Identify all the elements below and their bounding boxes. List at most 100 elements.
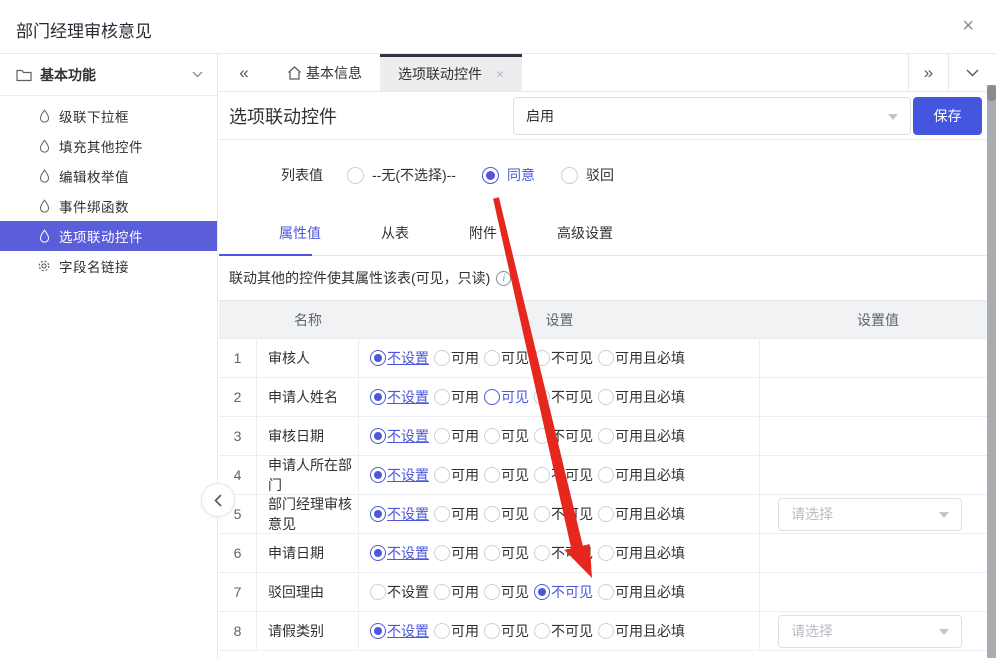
radio-icon[interactable] <box>370 350 386 366</box>
tab-close-icon[interactable]: × <box>496 66 504 82</box>
radio-icon[interactable] <box>434 428 450 444</box>
panel-collapse-button[interactable] <box>201 483 235 517</box>
radio-icon[interactable] <box>370 623 386 639</box>
setting-value-select[interactable]: 请选择 <box>778 497 962 531</box>
setting-option[interactable]: 不可见 <box>534 465 593 485</box>
setting-option[interactable]: 可用且必填 <box>598 582 685 602</box>
setting-option[interactable]: 可用 <box>434 387 479 407</box>
subtab-4[interactable]: 高级设置 <box>557 223 613 243</box>
setting-option[interactable]: 可用 <box>434 426 479 446</box>
setting-option[interactable]: 可见 <box>484 504 529 524</box>
radio-icon[interactable] <box>434 389 450 405</box>
radio-icon[interactable] <box>484 389 500 405</box>
radio-icon[interactable] <box>534 350 550 366</box>
setting-option[interactable]: 可用且必填 <box>598 621 685 641</box>
radio-icon[interactable] <box>534 428 550 444</box>
setting-value-select[interactable]: 请选择 <box>778 614 962 648</box>
setting-option[interactable]: 可见 <box>484 387 529 407</box>
save-button[interactable]: 保存 <box>913 97 982 135</box>
setting-option[interactable]: 可用且必填 <box>598 504 685 524</box>
setting-option[interactable]: 可用 <box>434 582 479 602</box>
tabs-overflow-button[interactable]: » <box>908 54 948 91</box>
radio-icon[interactable] <box>370 467 386 483</box>
sidebar-item-4[interactable]: 事件绑函数 <box>0 191 217 221</box>
radio-icon[interactable] <box>534 545 550 561</box>
radio-icon[interactable] <box>598 623 614 639</box>
setting-option[interactable]: 不可见 <box>534 426 593 446</box>
radio-icon[interactable] <box>434 506 450 522</box>
radio-icon[interactable] <box>598 545 614 561</box>
radio-icon[interactable] <box>434 467 450 483</box>
radio-icon[interactable] <box>484 428 500 444</box>
radio-icon[interactable] <box>598 467 614 483</box>
radio-icon[interactable] <box>434 545 450 561</box>
radio-icon[interactable] <box>370 389 386 405</box>
radio-icon[interactable] <box>434 623 450 639</box>
setting-option[interactable]: 不设置 <box>370 426 429 446</box>
setting-option[interactable]: 可见 <box>484 543 529 563</box>
setting-option[interactable]: 可用且必填 <box>598 426 685 446</box>
radio-icon[interactable] <box>534 467 550 483</box>
radio-icon[interactable] <box>484 584 500 600</box>
sidebar-item-3[interactable]: 编辑枚举值 <box>0 161 217 191</box>
sidebar-item-2[interactable]: 填充其他控件 <box>0 131 217 161</box>
radio-icon[interactable] <box>484 350 500 366</box>
list-value-option[interactable]: 驳回 <box>560 165 614 185</box>
setting-option[interactable]: 不设置 <box>370 504 429 524</box>
setting-option[interactable]: 不可见 <box>534 387 593 407</box>
radio-icon[interactable] <box>598 428 614 444</box>
radio-icon[interactable] <box>598 389 614 405</box>
radio-icon[interactable] <box>484 545 500 561</box>
radio-icon[interactable] <box>347 166 364 184</box>
radio-icon[interactable] <box>370 545 386 561</box>
setting-option[interactable]: 可用 <box>434 621 479 641</box>
sidebar-item-1[interactable]: 级联下拉框 <box>0 101 217 131</box>
radio-icon[interactable] <box>534 389 550 405</box>
close-icon[interactable]: × <box>962 14 974 38</box>
tabs-collapse-button[interactable]: « <box>219 54 269 91</box>
setting-option[interactable]: 可见 <box>484 465 529 485</box>
setting-option[interactable]: 可用且必填 <box>598 543 685 563</box>
radio-icon[interactable] <box>370 584 386 600</box>
setting-option[interactable]: 不设置 <box>370 582 429 602</box>
subtab-3[interactable]: 附件 <box>469 223 497 243</box>
setting-option[interactable]: 可用 <box>434 504 479 524</box>
setting-option[interactable]: 可用 <box>434 465 479 485</box>
radio-icon[interactable] <box>434 584 450 600</box>
setting-option[interactable]: 不可见 <box>534 582 593 602</box>
setting-option[interactable]: 可见 <box>484 426 529 446</box>
radio-icon[interactable] <box>484 623 500 639</box>
sidebar-item-5[interactable]: 选项联动控件 <box>0 221 217 251</box>
subtab-1[interactable]: 属性值 <box>279 223 321 243</box>
setting-option[interactable]: 不设置 <box>370 465 429 485</box>
setting-option[interactable]: 不设置 <box>370 387 429 407</box>
setting-option[interactable]: 不可见 <box>534 543 593 563</box>
setting-option[interactable]: 不设置 <box>370 348 429 368</box>
setting-option[interactable]: 可见 <box>484 348 529 368</box>
tab-option-linkage[interactable]: 选项联动控件 × <box>380 54 523 91</box>
radio-icon[interactable] <box>534 584 550 600</box>
subtab-2[interactable]: 从表 <box>381 223 409 243</box>
setting-option[interactable]: 可用且必填 <box>598 465 685 485</box>
setting-option[interactable]: 可见 <box>484 582 529 602</box>
radio-icon[interactable] <box>534 623 550 639</box>
radio-icon[interactable] <box>598 584 614 600</box>
status-select[interactable]: 启用 <box>513 97 911 135</box>
radio-icon[interactable] <box>484 506 500 522</box>
radio-icon[interactable] <box>598 506 614 522</box>
info-icon[interactable]: i <box>496 270 512 286</box>
setting-option[interactable]: 不设置 <box>370 543 429 563</box>
setting-option[interactable]: 可用 <box>434 543 479 563</box>
sidebar-group-header[interactable]: 基本功能 <box>0 54 217 96</box>
list-value-option[interactable]: 同意 <box>481 165 535 185</box>
list-value-option[interactable]: --无(不选择)-- <box>347 165 456 185</box>
sidebar-item-6[interactable]: 字段名链接 <box>0 251 217 281</box>
radio-icon[interactable] <box>434 350 450 366</box>
setting-option[interactable]: 不可见 <box>534 348 593 368</box>
radio-icon[interactable] <box>598 350 614 366</box>
radio-icon[interactable] <box>560 166 578 184</box>
setting-option[interactable]: 不可见 <box>534 504 593 524</box>
radio-icon[interactable] <box>534 506 550 522</box>
radio-icon[interactable] <box>484 467 500 483</box>
vertical-scrollbar[interactable] <box>987 85 996 658</box>
